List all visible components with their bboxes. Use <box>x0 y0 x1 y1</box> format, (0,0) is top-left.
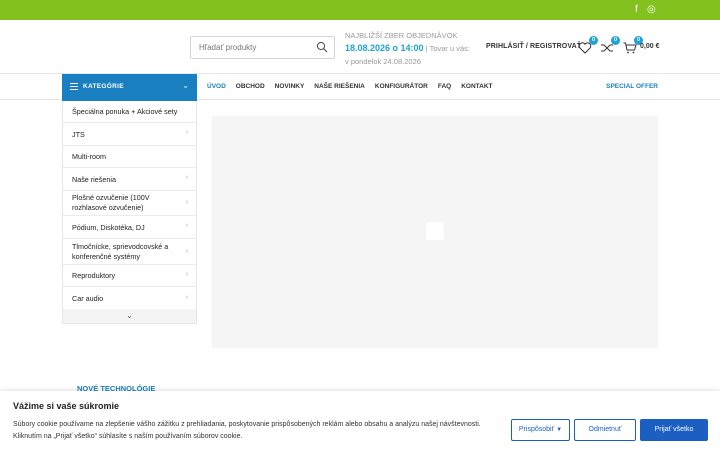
sidebar-item-label: Multi-room <box>72 152 106 161</box>
loading-spinner <box>426 222 444 240</box>
cookie-title: Vážime si vaše súkromie <box>13 401 120 411</box>
nav-item-konfigurator[interactable]: KONFIGURÁTOR <box>375 83 428 90</box>
sidebar-item-label: Reproduktory <box>72 271 116 280</box>
shipping-date: 18.08.2026 o 14:00 <box>345 43 424 53</box>
nav-item-uvod[interactable]: ÚVOD <box>207 83 226 90</box>
sidebar-item-plosne-ozvucenie[interactable]: Plošné ozvučenie (100V rozhlasové ozvuče… <box>63 191 196 216</box>
menu-icon <box>70 83 78 90</box>
chevron-right-icon: › <box>185 247 188 255</box>
search-icon[interactable] <box>316 41 328 53</box>
category-sidebar: Špeciálna ponuka + Akciové sety JTS › Mu… <box>62 101 197 324</box>
nav-item-faq[interactable]: FAQ <box>438 83 451 90</box>
top-bar: f ◎ <box>0 0 720 20</box>
customize-label: Prispôsobiť <box>518 426 555 433</box>
search-input[interactable] <box>191 37 311 58</box>
chevron-down-icon: ⌄ <box>126 311 133 320</box>
nav-item-novinky[interactable]: NOVINKY <box>275 83 305 90</box>
reject-button[interactable]: Odmietnuť <box>574 419 636 441</box>
chevron-right-icon: › <box>185 174 188 181</box>
search-box <box>190 36 335 59</box>
sidebar-item-reproduktory[interactable]: Reproduktory › <box>63 265 196 287</box>
caret-down-icon: ▼ <box>556 427 563 433</box>
site-header: NAJBLIŽŠÍ ZBER OBJEDNÁVOK 18.08.2026 o 1… <box>0 20 720 74</box>
sidebar-item-label: JTS <box>72 129 85 139</box>
login-register-link[interactable]: PRIHLÁSIŤ / REGISTROVAŤ <box>486 43 581 50</box>
chevron-right-icon: › <box>185 293 188 301</box>
instagram-icon[interactable]: ◎ <box>647 4 656 16</box>
customize-button[interactable]: Prispôsobiť ▼ <box>511 419 570 441</box>
cart-button[interactable]: 0 <box>623 36 643 54</box>
nav-item-kontakt[interactable]: KONTAKT <box>461 83 492 90</box>
special-offer-link[interactable]: SPECIAL OFFER <box>606 83 658 90</box>
sidebar-item-multi-room[interactable]: Multi-room <box>63 146 196 168</box>
sidebar-item-special-offer[interactable]: Špeciálna ponuka + Akciové sety <box>63 101 196 123</box>
chevron-right-icon: › <box>185 270 188 278</box>
shipping-info: NAJBLIŽŠÍ ZBER OBJEDNÁVOK 18.08.2026 o 1… <box>345 29 475 68</box>
main-navigation: KATEGÓRIE ⌄ ÚVOD OBCHOD NOVINKY NAŠE RIE… <box>0 74 720 101</box>
hero-slider <box>212 116 658 348</box>
shipping-heading: NAJBLIŽŠÍ ZBER OBJEDNÁVOK <box>345 31 458 40</box>
compare-count: 0 <box>611 36 620 45</box>
sidebar-item-podium[interactable]: Pódium, Diskotéka, DJ › <box>63 216 196 239</box>
sidebar-expand-button[interactable]: ⌄ <box>63 309 196 323</box>
categories-label: KATEGÓRIE <box>83 83 124 90</box>
nav-item-nase-riesenia[interactable]: NAŠE RIEŠENIA <box>314 83 365 90</box>
wishlist-button[interactable]: 0 <box>578 36 598 54</box>
cookie-banner: Vážime si vaše súkromie Súbory cookie po… <box>0 391 720 450</box>
sidebar-item-car-audio[interactable]: Car audio › <box>63 287 196 310</box>
chevron-down-icon: ⌄ <box>182 81 189 90</box>
nav-item-obchod[interactable]: OBCHOD <box>236 83 265 90</box>
sidebar-item-label: Car audio <box>72 294 104 303</box>
categories-toggle[interactable]: KATEGÓRIE ⌄ <box>62 74 197 101</box>
main-menu: ÚVOD OBCHOD NOVINKY NAŠE RIEŠENIA KONFIG… <box>207 83 503 90</box>
chevron-right-icon: › <box>185 129 188 136</box>
sidebar-item-tlmocnicke[interactable]: Tlmočnícke, sprievodcovské a konferenčné… <box>63 239 196 265</box>
sidebar-item-jts[interactable]: JTS › <box>63 123 196 146</box>
cookie-text: Súbory cookie používame na zlepšenie váš… <box>13 421 481 440</box>
cart-total[interactable]: 0,00 € <box>640 43 659 50</box>
chevron-right-icon: › <box>185 199 188 206</box>
accept-all-button[interactable]: Prijať všetko <box>640 419 708 441</box>
chevron-right-icon: › <box>185 222 188 229</box>
sidebar-item-label: Naše riešenia <box>72 174 116 184</box>
wishlist-count: 0 <box>589 36 598 45</box>
sidebar-item-label: Pódium, Diskotéka, DJ <box>72 222 145 232</box>
sidebar-item-label: Špeciálna ponuka + Akciové sety <box>72 107 178 116</box>
sidebar-item-nase-riesenia[interactable]: Naše riešenia › <box>63 168 196 191</box>
sidebar-item-label: Plošné ozvučenie (100V rozhlasové ozvuče… <box>72 193 150 212</box>
compare-button[interactable]: 0 <box>600 36 620 53</box>
facebook-icon[interactable]: f <box>635 4 638 16</box>
sidebar-item-label: Tlmočnícke, sprievodcovské a konferenčné… <box>72 241 169 261</box>
